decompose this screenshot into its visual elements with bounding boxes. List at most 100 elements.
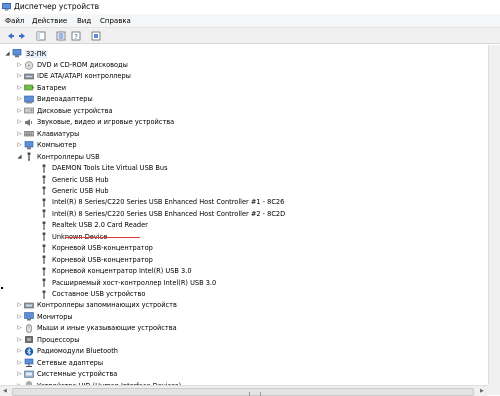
collapse-arrow-icon[interactable]: ◢ — [16, 154, 23, 160]
tree-item-label: Generic USB Hub — [52, 186, 109, 195]
mouse-icon — [23, 324, 34, 333]
keyboard-icon — [23, 129, 34, 138]
tree-category-usb-controller[interactable]: ◢ Контроллеры USB — [16, 151, 100, 162]
tree-category-computer[interactable]: ▷ Компьютер — [16, 140, 77, 151]
tree-device[interactable]: Расширяемый хост-контроллер Intel(R) USB… — [31, 277, 216, 288]
usb-plug-icon — [38, 221, 49, 230]
tree-category-mouse[interactable]: ▷ Мыши и иные указывающие устройства — [16, 323, 177, 334]
back-icon[interactable] — [4, 30, 15, 41]
expand-arrow-icon[interactable]: ▷ — [16, 108, 23, 114]
tree-item-label: Звуковые, видео и игровые устройства — [37, 118, 175, 127]
tree-item-label: Радиомодули Bluetooth — [37, 347, 118, 356]
tree-category-network-adapter[interactable]: ▷ Сетевые адаптеры — [16, 357, 103, 368]
device-tree: ◢ 32-ПК ▷ DVD и CD-ROM дисководы ▷ IDE ATA/… — [0, 45, 488, 390]
tree-item-label: Видеоадаптеры — [37, 95, 93, 104]
tree-device[interactable]: Generic USB Hub — [31, 174, 109, 185]
expand-arrow-icon[interactable]: ▷ — [16, 96, 23, 102]
tree-item-label: Контроллеры запоминающих устройств — [37, 301, 177, 310]
expand-arrow-icon[interactable]: ▷ — [16, 371, 23, 377]
tree-item-label: Realtek USB 2.0 Card Reader — [52, 221, 148, 230]
tree-category-bluetooth[interactable]: ▷ Радиомодули Bluetooth — [16, 346, 118, 357]
processor-icon — [23, 335, 34, 344]
ide-controller-icon — [23, 72, 34, 81]
expand-arrow-icon[interactable]: ▷ — [16, 314, 23, 320]
tree-device[interactable]: Корневой концентратор Intel(R) USB 3.0 — [31, 266, 192, 277]
disk-drive-icon — [23, 106, 34, 115]
tree-item-label: Мониторы — [37, 312, 73, 321]
scroll-right-arrow-icon[interactable]: ▶ — [480, 388, 484, 394]
svg-text:?: ? — [74, 33, 78, 41]
menu-help[interactable]: Справка — [100, 17, 131, 25]
tree-category-keyboard[interactable]: ▷ Клавиатуры — [16, 128, 79, 139]
tree-item-label: Клавиатуры — [37, 129, 80, 138]
tree-item-label: Мыши и иные указывающие устройства — [37, 324, 177, 333]
tree-category-processor[interactable]: ▷ Процессоры — [16, 334, 79, 345]
tree-category-monitor[interactable]: ▷ Мониторы — [16, 311, 73, 322]
expand-arrow-icon[interactable]: ▷ — [16, 131, 23, 137]
expand-arrow-icon[interactable]: ▷ — [16, 325, 23, 331]
usb-plug-icon — [38, 198, 49, 207]
tree-device[interactable]: Intel(R) 8 Series/C220 Series USB Enhanc… — [31, 197, 284, 208]
usb-controller-icon — [23, 152, 34, 161]
forward-icon[interactable] — [17, 30, 28, 41]
usb-plug-icon — [38, 186, 49, 196]
tree-item-label: DVD и CD-ROM дисководы — [37, 61, 128, 69]
tree-category-dvd-drive[interactable]: ▷ DVD и CD-ROM дисководы — [16, 60, 128, 71]
usb-plug-icon — [38, 255, 49, 264]
horizontal-scrollbar[interactable]: ◀ ▶ — [0, 385, 488, 396]
tree-category-display-adapter[interactable]: ▷ Видеоадаптеры — [16, 94, 93, 105]
expand-arrow-icon[interactable]: ▷ — [16, 142, 23, 148]
usb-plug-icon — [38, 164, 49, 173]
display-adapter-icon — [23, 95, 34, 104]
usb-plug-icon — [38, 209, 49, 219]
tree-device[interactable]: Составное USB устройство — [31, 289, 145, 300]
tree-category-battery[interactable]: ▷ Батареи — [16, 82, 66, 93]
device-manager-icon — [2, 2, 11, 11]
expand-arrow-icon[interactable]: ▷ — [16, 119, 23, 125]
tree-item-label: Сетевые адаптеры — [37, 358, 104, 367]
expand-arrow-icon[interactable]: ▷ — [16, 337, 23, 343]
tree-category-storage-controller[interactable]: ▷ Контроллеры запоминающих устройств — [16, 300, 177, 311]
usb-plug-icon — [38, 232, 49, 242]
menu-file[interactable]: Файл — [5, 17, 24, 25]
title-bar: Диспетчер устройств — [0, 0, 500, 13]
tree-device[interactable]: Корневой USB-концентратор — [31, 254, 153, 265]
usb-plug-icon — [38, 267, 49, 276]
expand-arrow-icon[interactable]: ▷ — [16, 302, 23, 308]
vertical-scrollbar[interactable] — [488, 45, 500, 385]
cursor-mark — [1, 287, 3, 289]
tree-item-label: Батареи — [37, 83, 66, 92]
device-view-icon[interactable] — [90, 30, 101, 41]
tree-root[interactable]: ◢ 32-ПК — [4, 48, 48, 59]
expand-arrow-icon[interactable]: ▷ — [16, 348, 23, 354]
expand-arrow-icon[interactable]: ▷ — [16, 360, 23, 366]
menu-action[interactable]: Действие — [32, 17, 67, 25]
tree-device[interactable]: Корневой USB-концентратор — [31, 243, 153, 254]
expand-arrow-icon[interactable]: ▷ — [16, 85, 23, 91]
show-hide-tree-icon[interactable] — [35, 30, 46, 41]
tree-item-label: Корневой концентратор Intel(R) USB 3.0 — [52, 267, 192, 276]
tree-device[interactable]: Realtek USB 2.0 Card Reader — [31, 220, 148, 231]
computer-root-icon — [11, 49, 22, 58]
expand-arrow-icon[interactable]: ▷ — [16, 73, 23, 79]
tree-device[interactable]: DAEMON Tools Lite Virtual USB Bus — [31, 163, 168, 174]
expand-arrow-icon[interactable]: ▷ — [16, 62, 23, 68]
toolbar: ? — [0, 28, 500, 44]
help-icon[interactable]: ? — [70, 30, 81, 41]
monitor-icon — [23, 312, 34, 321]
computer-icon — [23, 140, 34, 150]
tree-item-label: Контроллеры USB — [37, 152, 100, 161]
properties-icon[interactable] — [55, 30, 66, 41]
window-title: Диспетчер устройств — [14, 2, 100, 11]
collapse-arrow-icon[interactable]: ◢ — [4, 51, 11, 57]
tree-category-system-device[interactable]: ▷ Системные устройства — [16, 369, 117, 380]
tree-device[interactable]: Generic USB Hub — [31, 185, 109, 196]
menu-view[interactable]: Вид — [77, 17, 91, 25]
tree-item-label: IDE ATA/ATAPI контроллеры — [37, 72, 131, 81]
tree-item-label: Расширяемый хост-контроллер Intel(R) USB… — [52, 278, 217, 287]
tree-category-ide-controller[interactable]: ▷ IDE ATA/ATAPI контроллеры — [16, 71, 131, 82]
tree-category-sound-device[interactable]: ▷ Звуковые, видео и игровые устройства — [16, 117, 174, 128]
tree-device[interactable]: Intel(R) 8 Series/C220 Series USB Enhanc… — [31, 208, 285, 219]
tree-category-disk-drive[interactable]: ▷ Дисковые устройства — [16, 105, 112, 116]
scroll-left-arrow-icon[interactable]: ◀ — [3, 388, 7, 394]
